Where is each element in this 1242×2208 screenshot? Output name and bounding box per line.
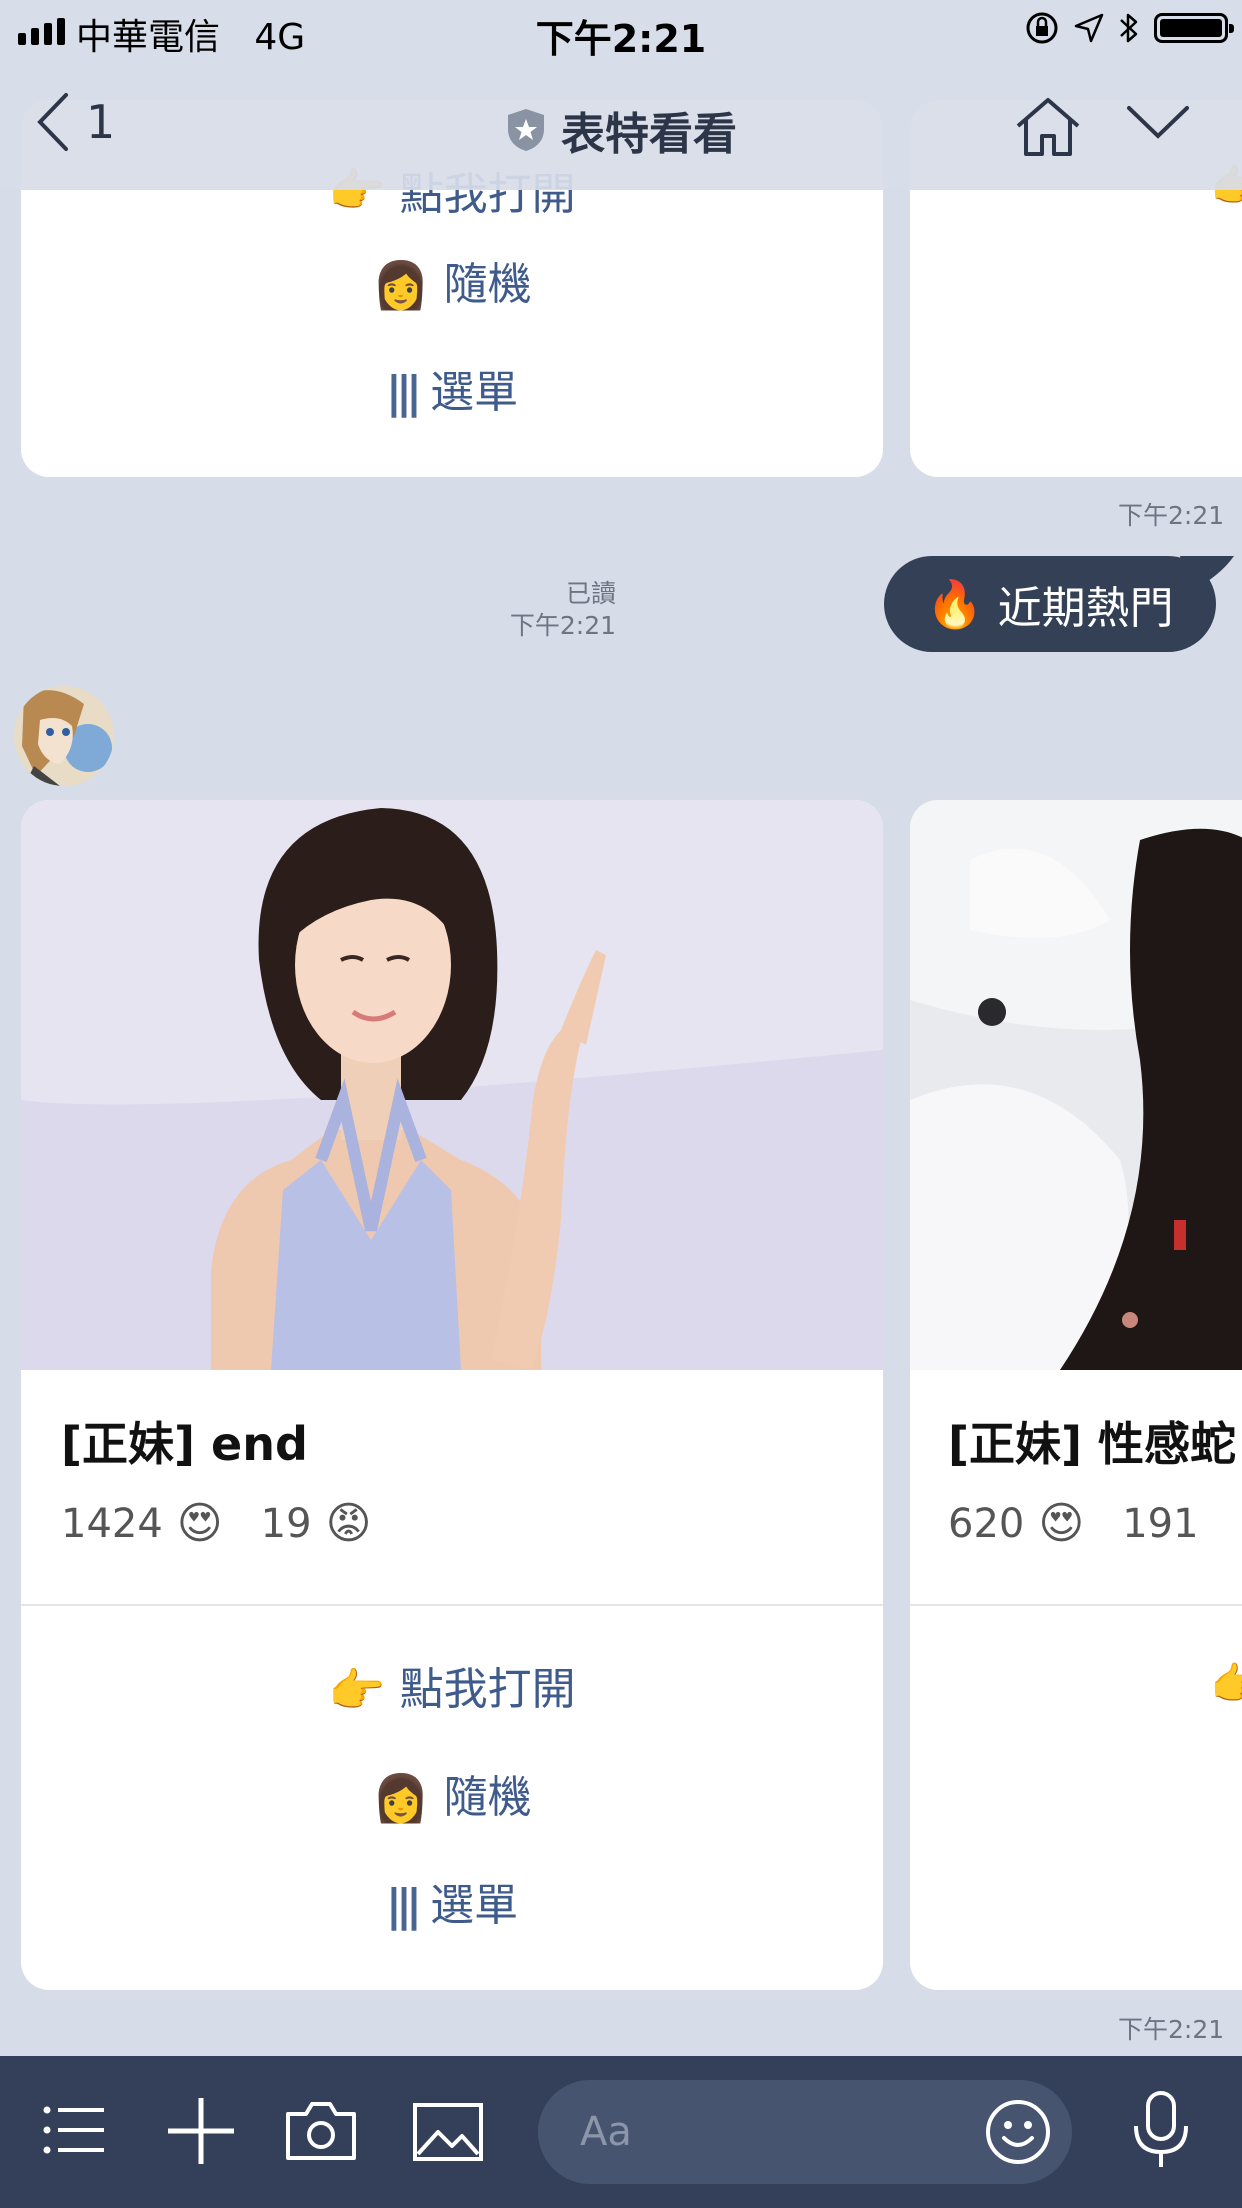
menu-bars-icon: ||| [385,367,422,418]
action-label: 隨機 [443,1772,532,1823]
camera-icon[interactable] [284,2098,358,2162]
shield-star-icon [508,109,544,151]
heart-eyes-icon: 😍 [176,1498,223,1549]
action-label: 點我打開 [399,1664,576,1715]
angry-face-icon: 😡 [325,1498,372,1549]
message-time: 下午2:21 [1118,2015,1225,2044]
dislike-count: 191 [1122,1500,1199,1547]
heart-eyes-icon: 😍 [1038,1498,1085,1549]
location-icon [1074,13,1104,43]
sent-time: 下午2:21 [509,611,616,640]
status-icons [1024,10,1234,46]
like-count: 1424 [61,1500,163,1547]
image-icon[interactable] [412,2102,484,2162]
emoji-icon[interactable] [984,2098,1052,2166]
chat-title-text: 表特看看 [561,109,737,160]
woman-icon: 👩 [372,1771,430,1825]
action-random[interactable]: 👩 隨機 [372,1744,531,1852]
avatar-image [14,686,114,786]
like-count: 620 [948,1500,1025,1547]
fire-icon: 🔥 [926,576,984,631]
bluetooth-icon [1120,13,1138,43]
plus-icon[interactable] [166,2096,236,2166]
message-input-box [538,2080,1072,2184]
microphone-icon[interactable] [1130,2090,1192,2170]
read-receipt: 已讀 下午2:21 [510,578,616,642]
dislike-count: 19 [260,1500,312,1547]
gallery-card: [正妹] end 1424 😍 19 😡 👉 點我打開 👩 隨機 ||| 選單 [21,800,883,1990]
divider [910,1604,1242,1606]
pointing-hand-icon: 👉 [1210,1659,1242,1710]
menu-bars-icon: ||| [385,1880,422,1931]
action-label: 選單 [430,1880,519,1931]
action-label: 選單 [430,367,519,418]
card-photo[interactable] [910,800,1242,1370]
card-title: [正妹] end [61,1417,308,1471]
card-stats: 1424 😍 19 😡 [61,1498,409,1549]
avatar[interactable] [14,686,114,786]
rotation-lock-icon [1026,12,1058,44]
gallery-card: [正妹] 性感蛇 620 😍 191 👉 [910,800,1242,1990]
sent-message-bubble[interactable]: 🔥 近期熱門 [884,556,1216,652]
action-menu[interactable]: ||| 選單 [386,1852,518,1960]
card-stats: 620 😍 191 [948,1498,1199,1549]
chevron-down-icon[interactable] [1126,104,1190,140]
card-photo[interactable] [21,800,883,1370]
home-icon[interactable] [1014,96,1082,158]
action-label: 隨機 [443,259,532,310]
woman-icon: 👩 [372,258,430,312]
message-input[interactable] [578,2108,962,2156]
action-open[interactable]: 👉 點我打開 [328,1636,575,1744]
message-time: 下午2:21 [1118,501,1225,530]
card-title: [正妹] 性感蛇 [948,1417,1237,1471]
action-menu[interactable]: ||| 選單 [386,339,518,447]
read-label: 已讀 [565,579,616,608]
battery-icon [1154,13,1234,43]
status-bar: 中華電信 4G 下午2:21 [0,0,1242,62]
sent-message-text: 近期熱門 [997,583,1174,634]
divider [21,1604,883,1606]
action-random[interactable]: 👩 隨機 [372,231,531,339]
pointing-hand-icon: 👉 [328,1663,386,1717]
menu-icon[interactable] [42,2102,106,2158]
